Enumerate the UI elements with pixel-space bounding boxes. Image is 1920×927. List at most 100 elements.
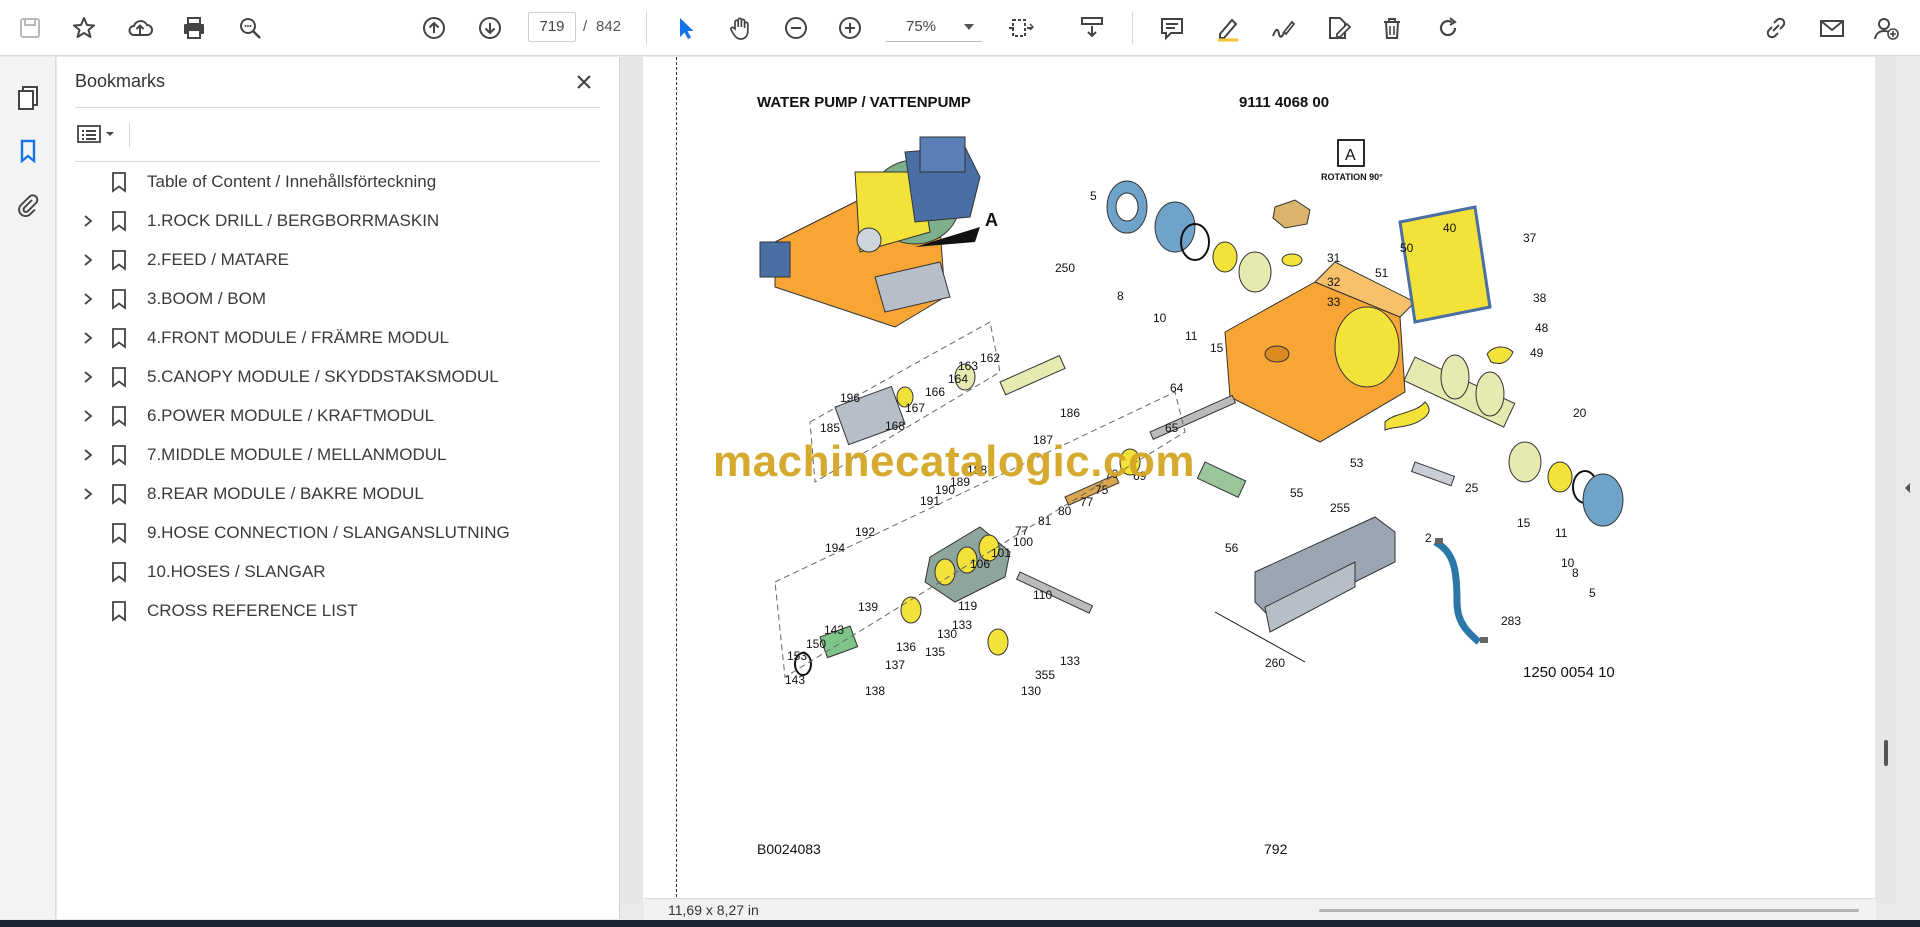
callout-number: 100 <box>1013 535 1033 549</box>
vertical-scrollbar[interactable] <box>1884 740 1888 766</box>
expand-right-panel-handle[interactable] <box>1900 478 1916 498</box>
callout-number: 143 <box>824 623 844 637</box>
hand-tool-icon[interactable] <box>722 10 758 46</box>
callout-number: 166 <box>925 385 945 399</box>
callout-number: 138 <box>865 684 885 698</box>
chevron-right-icon[interactable] <box>75 409 101 423</box>
page-fold-line <box>676 57 677 902</box>
callout-number: 37 <box>1523 231 1537 245</box>
close-panel-button[interactable] <box>571 69 597 95</box>
callout-number: 40 <box>1443 221 1457 235</box>
zoom-select[interactable]: 75% <box>886 12 982 42</box>
part-number: 9111 4068 00 <box>1239 94 1330 111</box>
toolbar-divider <box>1132 12 1133 44</box>
page-heading: WATER PUMP / VATTENPUMP <box>757 94 971 111</box>
callout-number: 64 <box>1170 381 1184 395</box>
previous-page-icon[interactable] <box>416 10 452 46</box>
page-thumbnails-icon[interactable] <box>10 79 46 115</box>
sign-icon[interactable] <box>1264 10 1300 46</box>
fit-page-icon[interactable] <box>1002 10 1038 46</box>
bookmark-label: 5.CANOPY MODULE / SKYDDSTAKSMODUL <box>147 367 499 386</box>
bookmark-icon <box>105 483 133 505</box>
bookmark-item[interactable]: CROSS REFERENCE LIST <box>75 596 600 626</box>
callout-number: 168 <box>885 419 905 433</box>
bracket-and-hose <box>1214 461 1488 663</box>
bookmark-icon <box>105 288 133 310</box>
callout-number: 8 <box>1572 566 1579 580</box>
attachments-icon[interactable] <box>10 187 46 223</box>
chevron-right-icon[interactable] <box>75 370 101 384</box>
callout-number: 162 <box>980 351 1000 365</box>
document-viewport[interactable]: WATER PUMP / VATTENPUMP 9111 4068 00 A A… <box>621 57 1896 903</box>
cloud-upload-icon[interactable] <box>122 10 158 46</box>
save-icon[interactable] <box>12 10 48 46</box>
share-link-icon[interactable] <box>1758 10 1794 46</box>
close-icon <box>577 75 591 89</box>
callout-number: 2 <box>1425 531 1432 545</box>
bookmark-item[interactable]: 7.MIDDLE MODULE / MELLANMODUL <box>75 440 600 470</box>
callout-number: 31 <box>1327 251 1341 265</box>
bookmark-item[interactable]: Table of Content / Innehållsförteckning <box>75 167 600 197</box>
bookmark-label: CROSS REFERENCE LIST <box>147 601 358 620</box>
callout-number: 80 <box>1058 504 1072 518</box>
panel-title: Bookmarks <box>75 71 166 91</box>
callout-number: 355 <box>1035 668 1055 682</box>
callout-number: 164 <box>948 372 968 386</box>
bookmarks-icon[interactable] <box>10 133 46 169</box>
chevron-right-icon[interactable] <box>75 214 101 228</box>
page-total: 842 <box>596 18 622 35</box>
bookmark-label: 6.POWER MODULE / KRAFTMODUL <box>147 406 435 425</box>
bookmark-item[interactable]: 3.BOOM / BOM <box>75 284 600 314</box>
callout-number: 167 <box>905 401 925 415</box>
footer-page-number: 792 <box>1264 841 1288 857</box>
bookmark-item[interactable]: 9.HOSE CONNECTION / SLANGANSLUTNING <box>75 518 600 548</box>
bookmark-item[interactable]: 10.HOSES / SLANGAR <box>75 557 600 587</box>
toolbar-divider <box>646 12 647 44</box>
bookmark-item[interactable]: 6.POWER MODULE / KRAFTMODUL <box>75 401 600 431</box>
bookmark-item[interactable]: 2.FEED / MATARE <box>75 245 600 275</box>
rotate-icon[interactable] <box>1430 10 1466 46</box>
comment-icon[interactable] <box>1154 10 1190 46</box>
callout-number: 8 <box>1117 289 1124 303</box>
find-icon[interactable] <box>232 10 268 46</box>
bookmark-label: 3.BOOM / BOM <box>147 289 267 308</box>
next-page-icon[interactable] <box>472 10 508 46</box>
callout-number: 283 <box>1501 614 1521 628</box>
bookmark-item[interactable]: 1.ROCK DRILL / BERGBORRMASKIN <box>75 206 600 236</box>
edit-pdf-icon[interactable] <box>1320 10 1356 46</box>
zoom-value: 75% <box>906 18 937 35</box>
star-icon[interactable] <box>66 10 102 46</box>
email-icon[interactable] <box>1814 10 1850 46</box>
callout-number: 192 <box>855 525 875 539</box>
zoom-in-icon[interactable] <box>832 10 868 46</box>
bookmark-icon <box>105 600 133 622</box>
select-cursor-icon[interactable] <box>668 10 704 46</box>
chevron-right-icon[interactable] <box>75 253 101 267</box>
bookmark-icon <box>105 366 133 388</box>
bookmark-label: 8.REAR MODULE / BAKRE MODUL <box>147 484 424 503</box>
bookmark-options-button[interactable] <box>75 119 125 149</box>
scroll-mode-icon[interactable] <box>1074 10 1110 46</box>
zoom-out-icon[interactable] <box>778 10 814 46</box>
callout-number: 185 <box>820 421 840 435</box>
callout-number: 81 <box>1038 514 1052 528</box>
callout-number: 196 <box>840 391 860 405</box>
chevron-right-icon[interactable] <box>75 448 101 462</box>
bookmark-label: 2.FEED / MATARE <box>147 250 290 269</box>
bookmark-item[interactable]: 5.CANOPY MODULE / SKYDDSTAKSMODUL <box>75 362 600 392</box>
highlight-icon[interactable] <box>1210 10 1246 46</box>
horizontal-scrollbar[interactable] <box>1319 909 1859 912</box>
add-user-icon[interactable] <box>1868 10 1904 46</box>
page-size: 11,69 x 8,27 in <box>668 902 759 918</box>
print-icon[interactable] <box>176 10 212 46</box>
chevron-right-icon[interactable] <box>75 292 101 306</box>
chevron-right-icon[interactable] <box>75 331 101 345</box>
bookmark-item[interactable]: 4.FRONT MODULE / FRÄMRE MODUL <box>75 323 600 353</box>
chevron-right-icon[interactable] <box>75 487 101 501</box>
bookmark-label: 10.HOSES / SLANGAR <box>147 562 326 581</box>
callout-number: 191 <box>920 494 940 508</box>
bookmark-item[interactable]: 8.REAR MODULE / BAKRE MODUL <box>75 479 600 509</box>
delete-icon[interactable] <box>1374 10 1410 46</box>
page-number-input[interactable]: 719 <box>528 12 576 42</box>
divider <box>129 123 130 147</box>
